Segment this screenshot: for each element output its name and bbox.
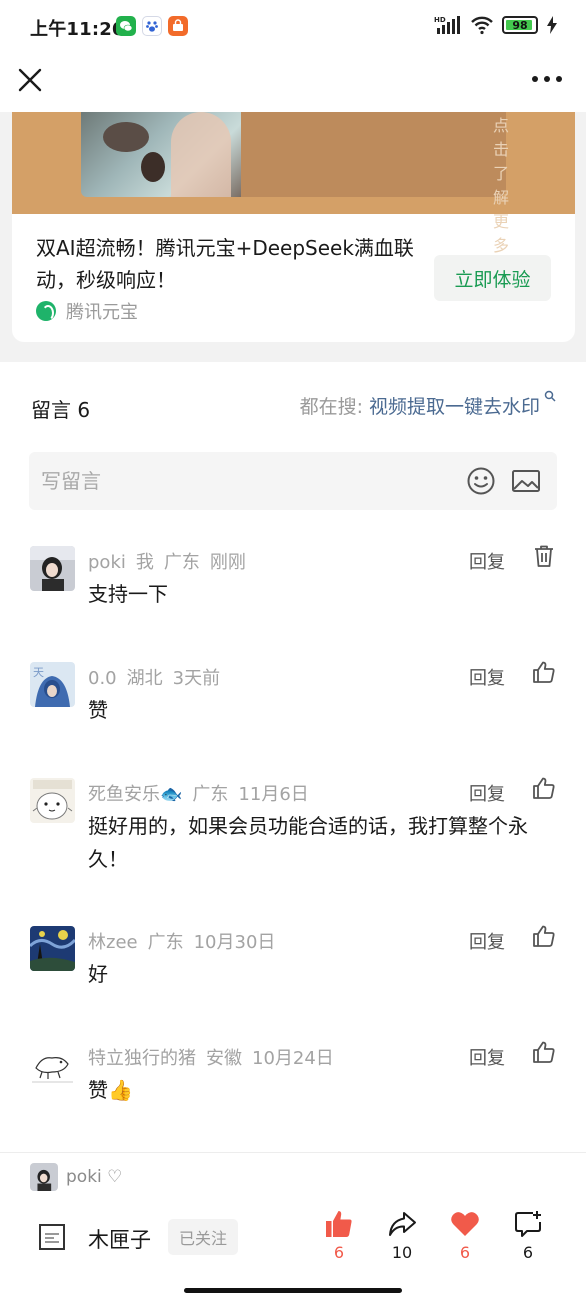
wechat-icon [116,16,136,36]
home-indicator[interactable] [184,1288,402,1293]
thumb-up-icon[interactable] [532,660,556,684]
comment-meta: 林zee 广东 10月30日 [88,928,285,954]
author-name[interactable]: 木匣子 [88,1224,151,1254]
comment-count: 6 [522,1243,534,1262]
search-prefix: 都在搜: [299,396,363,418]
emoji-icon[interactable] [466,466,496,496]
thumb-up-icon[interactable] [532,776,556,800]
svg-text:天: 天 [33,666,44,679]
comment-author-tag: 我 [135,552,154,573]
comment-meta: 特立独行的猪 安徽 10月24日 [88,1044,344,1070]
ad-brand: 腾讯元宝 [36,298,138,324]
avatar[interactable] [30,546,75,591]
comment-time: 3天前 [172,668,221,689]
avatar[interactable] [30,926,75,971]
avatar[interactable] [30,1042,75,1087]
comment-username[interactable]: 死鱼安乐🐟 [88,784,182,805]
comments-header: 留言 6 都在搜: 视频提取一键去水印 [0,362,586,450]
thumb-up-icon[interactable] [532,924,556,948]
comment-username[interactable]: 林zee [88,932,138,953]
notification-icons [116,16,188,36]
more-options-icon[interactable] [530,72,564,86]
trending-search[interactable]: 都在搜: 视频提取一键去水印 [299,390,556,419]
comment-region: 安徽 [206,1048,242,1069]
battery-level: 98 [512,18,528,32]
tencent-yuanbao-logo-icon [36,301,56,321]
search-icon [544,390,556,402]
comment-time: 11月6日 [238,784,309,805]
favorite-count: 6 [459,1243,471,1262]
thumb-up-icon[interactable] [532,1040,556,1064]
baidu-icon [142,16,162,36]
like-count: 6 [333,1243,345,1262]
image-icon[interactable] [511,467,541,495]
charging-bolt-icon [547,16,557,34]
comment-button[interactable]: 6 [503,1209,553,1262]
status-time: 上午11:20 [30,19,125,40]
comment-username[interactable]: poki [88,552,126,573]
battery-icon: 98 [502,16,538,34]
wifi-icon [471,16,493,35]
system-icons: HD 98 [434,15,558,35]
comment-username[interactable]: 特立独行的猪 [88,1048,196,1069]
comment-input[interactable] [41,452,441,510]
close-icon[interactable] [16,66,44,94]
reply-button[interactable]: 回复 [469,928,505,954]
comment-add-icon [515,1211,541,1237]
comment-region: 湖北 [126,668,163,689]
signal-icon: HD [434,16,460,34]
search-term-link[interactable]: 视频提取一键去水印 [369,392,540,419]
liker-avatar [30,1163,58,1191]
follow-status-button[interactable]: 已关注 [168,1219,238,1255]
share-count: 10 [391,1243,413,1262]
reply-button[interactable]: 回复 [469,664,505,690]
svg-text:HD: HD [434,16,446,24]
comment-text: 赞 [88,698,108,722]
heart-filled-icon [451,1212,479,1236]
top-nav [0,52,586,112]
comment-meta: poki 我广东 刚刚 [88,548,256,574]
ad-section: 点击了解更多 › 双AI超流畅！腾讯元宝+DeepSeek满血联动，秒级响应！ … [0,112,586,362]
author-logo[interactable] [39,1224,65,1250]
comment-text: 赞👍 [88,1078,133,1102]
avatar[interactable]: 天 [30,662,75,707]
like-button[interactable]: 6 [314,1209,364,1262]
liker-name: poki ♡ [66,1167,123,1187]
comment-text: 支持一下 [88,582,168,606]
ad-image [81,112,241,197]
ad-card[interactable]: 点击了解更多 › 双AI超流畅！腾讯元宝+DeepSeek满血联动，秒级响应！ … [12,112,575,342]
ad-banner: 点击了解更多 › [241,112,509,275]
comment-region: 广东 [163,552,200,573]
recent-liker[interactable]: poki ♡ [30,1163,122,1191]
reply-button[interactable]: 回复 [469,548,505,574]
delete-icon[interactable] [532,544,556,568]
share-button[interactable]: 10 [377,1209,427,1262]
share-icon [389,1212,416,1236]
write-comment-box[interactable] [29,452,557,510]
comment-text: 挺好用的，如果会员功能合适的话，我打算整个永久！ [88,814,528,871]
ad-learn-more[interactable]: 点击了解更多 › [493,112,509,275]
ad-title[interactable]: 双AI超流畅！腾讯元宝+DeepSeek满血联动，秒级响应！ [36,232,416,296]
comment-time: 10月24日 [252,1048,334,1069]
comment-text: 好 [88,962,108,986]
comment-region: 广东 [147,932,184,953]
favorite-button[interactable]: 6 [440,1209,490,1262]
ad-media[interactable]: 点击了解更多 › [12,112,575,275]
reply-button[interactable]: 回复 [469,780,505,806]
comment-time: 刚刚 [209,552,246,573]
status-bar: 上午11:20 HD 98 [0,0,586,52]
avatar[interactable] [30,778,75,823]
try-now-button[interactable]: 立即体验 [434,255,551,301]
comment-meta: 死鱼安乐🐟 广东 11月6日 [88,780,319,806]
shop-icon [168,16,188,36]
ad-brand-name: 腾讯元宝 [66,302,138,323]
comments-count-title: 留言 6 [31,398,91,422]
comment-time: 10月30日 [193,932,276,953]
comment-region: 广东 [192,784,229,805]
bottom-bar: poki ♡ 木匣子 已关注 6 10 6 6 [0,1152,586,1304]
comment-meta: 0.0 湖北 3天前 [88,664,230,690]
thumb-up-filled-icon [326,1211,352,1237]
reply-button[interactable]: 回复 [469,1044,505,1070]
comment-username[interactable]: 0.0 [88,668,117,689]
